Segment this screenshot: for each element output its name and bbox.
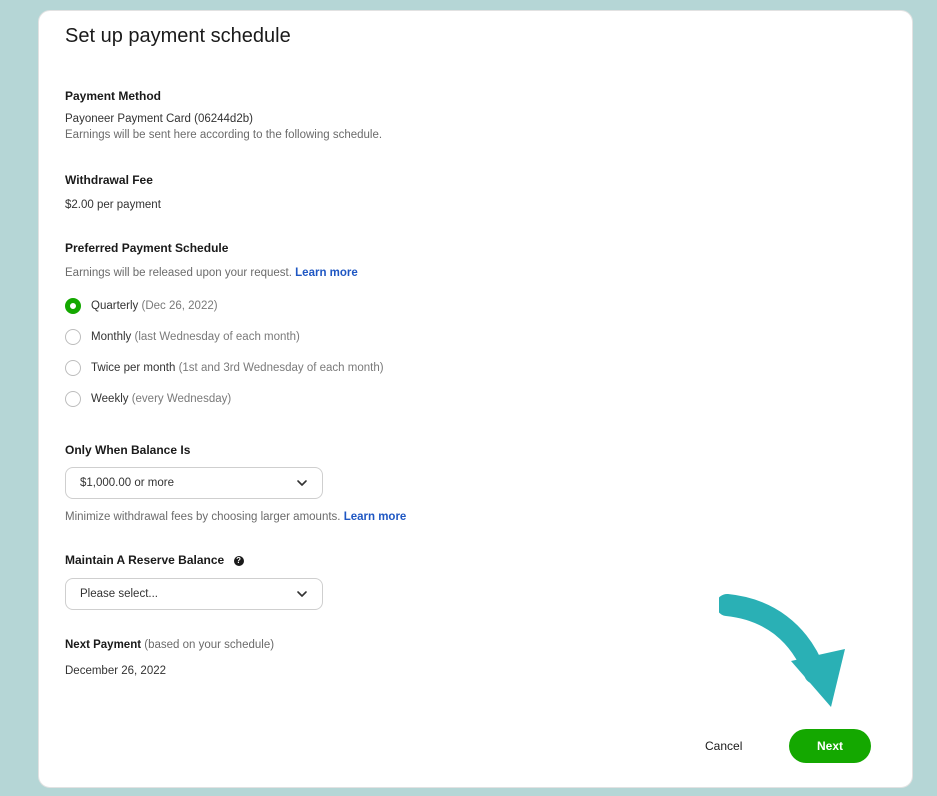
radio-icon[interactable] — [65, 391, 81, 407]
radio-monthly-label: Monthly (last Wednesday of each month) — [91, 331, 300, 343]
option-name: Twice per month — [91, 362, 176, 374]
withdrawal-fee-value: $2.00 per payment — [65, 199, 161, 211]
payment-method-label: Payment Method — [65, 89, 162, 103]
option-detail: (every Wednesday) — [131, 393, 232, 405]
arrow-pointer-icon — [719, 594, 845, 707]
reserve-label-text: Maintain A Reserve Balance — [65, 553, 225, 567]
option-name: Monthly — [91, 331, 132, 343]
balance-learn-more-link[interactable]: Learn more — [344, 511, 407, 523]
payment-schedule-card: Set up payment schedule Payment Method P… — [38, 10, 913, 788]
balance-note-text: Minimize withdrawal fees by choosing lar… — [65, 511, 341, 523]
radio-twice-per-month[interactable]: Twice per month (1st and 3rd Wednesday o… — [65, 360, 384, 376]
radio-icon[interactable] — [65, 329, 81, 345]
option-detail: (1st and 3rd Wednesday of each month) — [178, 362, 384, 374]
chevron-down-icon — [297, 591, 307, 597]
reserve-select[interactable]: Please select... — [65, 578, 323, 610]
chevron-down-icon — [297, 480, 307, 486]
withdrawal-fee-label: Withdrawal Fee — [65, 173, 153, 187]
radio-weekly[interactable]: Weekly (every Wednesday) — [65, 391, 231, 407]
option-detail: (last Wednesday of each month) — [134, 331, 300, 343]
balance-note: Minimize withdrawal fees by choosing lar… — [65, 511, 406, 523]
radio-icon[interactable] — [65, 298, 81, 314]
radio-icon[interactable] — [65, 360, 81, 376]
next-payment-label: Next Payment (based on your schedule) — [65, 639, 274, 651]
next-payment-label-text: Next Payment — [65, 639, 142, 651]
schedule-label: Preferred Payment Schedule — [65, 241, 229, 255]
option-name: Quarterly — [91, 300, 139, 312]
balance-label: Only When Balance Is — [65, 443, 191, 457]
option-name: Weekly — [91, 393, 129, 405]
cancel-button[interactable]: Cancel — [697, 735, 750, 757]
page-title: Set up payment schedule — [65, 25, 291, 47]
reserve-label: Maintain A Reserve Balance ? — [65, 553, 244, 567]
payment-method-note: Earnings will be sent here according to … — [65, 129, 383, 141]
reserve-select-placeholder: Please select... — [80, 588, 158, 600]
next-payment-value: December 26, 2022 — [65, 665, 167, 677]
radio-monthly[interactable]: Monthly (last Wednesday of each month) — [65, 329, 300, 345]
info-icon[interactable]: ? — [233, 555, 244, 566]
schedule-learn-more-link[interactable]: Learn more — [295, 267, 358, 279]
next-payment-label-suffix: (based on your schedule) — [144, 639, 275, 651]
radio-twice-label: Twice per month (1st and 3rd Wednesday o… — [91, 362, 384, 374]
payment-method-value: Payoneer Payment Card (06244d2b) — [65, 113, 253, 125]
schedule-note: Earnings will be released upon your requ… — [65, 267, 358, 279]
next-button[interactable]: Next — [789, 729, 871, 763]
balance-select-value: $1,000.00 or more — [80, 477, 174, 489]
schedule-note-text: Earnings will be released upon your requ… — [65, 267, 292, 279]
radio-quarterly[interactable]: Quarterly (Dec 26, 2022) — [65, 298, 218, 314]
radio-weekly-label: Weekly (every Wednesday) — [91, 393, 231, 405]
frame-border-left — [0, 0, 12, 796]
balance-select[interactable]: $1,000.00 or more — [65, 467, 323, 499]
radio-quarterly-label: Quarterly (Dec 26, 2022) — [91, 300, 218, 312]
option-detail: (Dec 26, 2022) — [141, 300, 218, 312]
